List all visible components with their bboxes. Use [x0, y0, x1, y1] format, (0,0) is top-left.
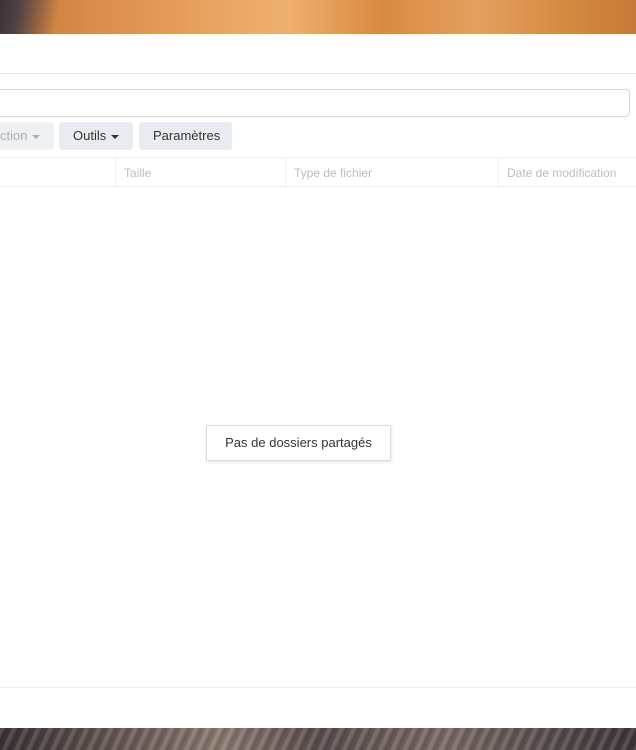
empty-state-message: Pas de dossiers partagés	[206, 425, 391, 461]
column-header-size[interactable]: Taille	[115, 158, 285, 188]
chevron-down-icon	[111, 134, 120, 139]
toolbar: ction Outils Paramètres	[0, 122, 636, 150]
desktop-wallpaper-bottom	[0, 728, 636, 750]
settings-button[interactable]: Paramètres	[139, 122, 232, 150]
settings-button-label: Paramètres	[153, 128, 221, 143]
window-title-bar	[0, 34, 636, 74]
tools-dropdown-button[interactable]: Outils	[59, 122, 133, 150]
desktop-wallpaper-top	[0, 0, 636, 36]
tools-button-label: Outils	[73, 128, 107, 143]
action-dropdown-button[interactable]: ction	[0, 122, 54, 150]
status-footer	[0, 687, 636, 728]
column-header-modified-date[interactable]: Date de modification	[498, 158, 636, 188]
column-header-name[interactable]	[0, 158, 115, 188]
chevron-down-icon	[32, 134, 41, 139]
file-table-header: Taille Type de fichier Date de modificat…	[0, 157, 636, 188]
path-input[interactable]	[0, 89, 630, 117]
action-button-label: ction	[0, 128, 28, 143]
column-header-file-type[interactable]: Type de fichier	[285, 158, 498, 188]
file-manager-window: ction Outils Paramètres Taille Type de f…	[0, 34, 636, 728]
